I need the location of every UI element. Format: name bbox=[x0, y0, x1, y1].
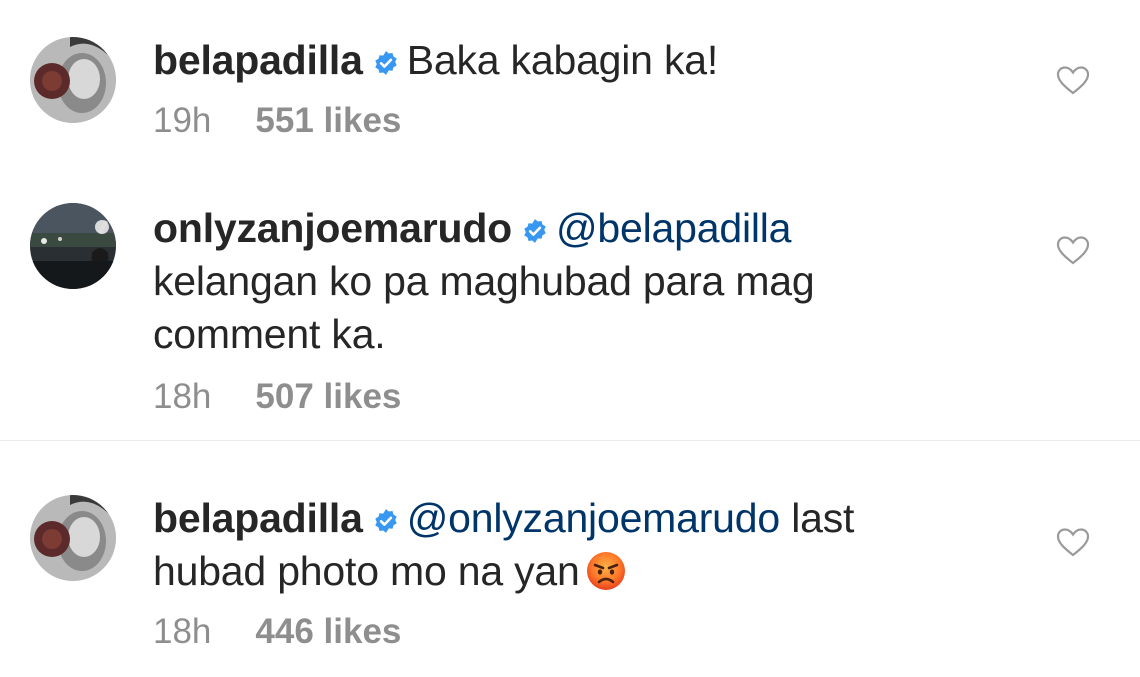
comment-meta: 19h 551 likes bbox=[153, 101, 1013, 141]
verified-badge-icon bbox=[374, 509, 397, 533]
comment-likes-count[interactable]: 446 likes bbox=[255, 612, 401, 651]
comment-item: belapadilla Baka kabagin ka! 19h 551 likes bbox=[0, 0, 1140, 160]
comment-meta: 18h 507 likes bbox=[153, 377, 1013, 417]
comment-text: kelangan ko pa maghubad para mag bbox=[153, 258, 815, 304]
profile-photo-icon bbox=[30, 37, 116, 123]
comment-timestamp[interactable]: 18h bbox=[153, 612, 211, 652]
angry-face-emoji bbox=[586, 552, 625, 590]
comment-item: onlyzanjoemarudo @belapadilla kelangan ko… bbox=[0, 160, 1140, 440]
verified-badge-icon bbox=[374, 51, 397, 75]
comment-username[interactable]: belapadilla bbox=[153, 37, 363, 83]
comment-text: Baka kabagin ka! bbox=[406, 37, 719, 83]
heart-outline-icon[interactable] bbox=[1056, 65, 1090, 95]
heart-outline-icon[interactable] bbox=[1056, 235, 1090, 265]
profile-photo-icon bbox=[30, 495, 116, 581]
comment-text: last bbox=[791, 495, 855, 541]
avatar[interactable] bbox=[30, 203, 116, 289]
comment-item: belapadilla @onlyzanjoemarudo last hubad … bbox=[0, 441, 1140, 677]
comment-text-line: belapadilla @onlyzanjoemarudo last bbox=[153, 492, 1013, 545]
comment-timestamp[interactable]: 18h bbox=[153, 377, 211, 417]
heart-outline-icon[interactable] bbox=[1056, 527, 1090, 557]
avatar[interactable] bbox=[30, 495, 116, 581]
avatar[interactable] bbox=[30, 37, 116, 123]
comment-meta: 18h 446 likes bbox=[153, 612, 1013, 652]
comment-likes-count[interactable]: 507 likes bbox=[255, 377, 401, 416]
comment-username[interactable]: onlyzanjoemarudo bbox=[153, 205, 512, 251]
comment-text: comment ka. bbox=[153, 311, 386, 357]
profile-photo-icon bbox=[30, 203, 116, 289]
comment-username[interactable]: belapadilla bbox=[153, 495, 363, 541]
comment-text-line: onlyzanjoemarudo @belapadilla bbox=[153, 202, 1013, 255]
comment-mention-link[interactable]: @belapadilla bbox=[556, 205, 791, 251]
comment-text: hubad photo mo na yan bbox=[153, 548, 580, 594]
verified-badge-icon bbox=[524, 219, 546, 243]
comment-timestamp[interactable]: 19h bbox=[153, 101, 211, 141]
comment-text-line: hubad photo mo na yan bbox=[153, 545, 1013, 598]
comment-text-line: belapadilla Baka kabagin ka! bbox=[153, 34, 1013, 87]
comment-likes-count[interactable]: 551 likes bbox=[255, 101, 401, 140]
comment-mention-link[interactable]: @onlyzanjoemarudo bbox=[407, 495, 780, 541]
